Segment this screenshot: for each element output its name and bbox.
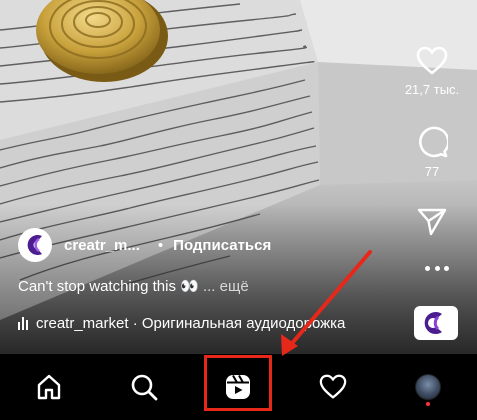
- send-icon[interactable]: [417, 208, 447, 236]
- caption-more-link[interactable]: ... ещё: [203, 278, 249, 295]
- share-action[interactable]: [387, 208, 477, 236]
- author-row: creatr_m... • Подписаться: [18, 228, 271, 262]
- comment-action[interactable]: 77: [387, 126, 477, 179]
- nav-activity[interactable]: [316, 370, 350, 404]
- search-icon[interactable]: [130, 373, 158, 401]
- notification-dot: [426, 402, 430, 406]
- nav-search[interactable]: [127, 370, 161, 404]
- nav-profile[interactable]: [411, 370, 445, 404]
- comment-count: 77: [424, 164, 440, 179]
- like-action[interactable]: 21,7 тыс.: [387, 46, 477, 97]
- like-count: 21,7 тыс.: [404, 82, 460, 97]
- author-avatar[interactable]: [18, 228, 52, 262]
- follow-button[interactable]: Подписаться: [173, 237, 271, 254]
- nav-home[interactable]: [32, 370, 66, 404]
- reels-highlight-box: [204, 355, 272, 411]
- comment-icon[interactable]: [416, 126, 448, 158]
- audio-equalizer-icon: [18, 317, 28, 330]
- more-options-icon[interactable]: [425, 264, 449, 272]
- audio-attribution[interactable]: creatr_market · Оригинальная аудиодорожк…: [18, 315, 345, 332]
- caption[interactable]: Can't stop watching this 👀 ... ещё: [18, 277, 249, 295]
- author-username[interactable]: creatr_m...: [64, 237, 140, 254]
- home-icon[interactable]: [35, 373, 63, 401]
- separator-dot: •: [157, 236, 164, 254]
- caption-text: Can't stop watching this 👀: [18, 278, 199, 295]
- activity-heart-icon[interactable]: [319, 374, 347, 400]
- heart-icon[interactable]: [416, 46, 448, 76]
- profile-avatar[interactable]: [415, 374, 441, 400]
- audio-cover-thumbnail[interactable]: [414, 306, 458, 340]
- creatr-logo-icon: [416, 308, 456, 338]
- creatr-logo-icon: [27, 235, 42, 255]
- audio-text: creatr_market · Оригинальная аудиодорожк…: [36, 315, 346, 332]
